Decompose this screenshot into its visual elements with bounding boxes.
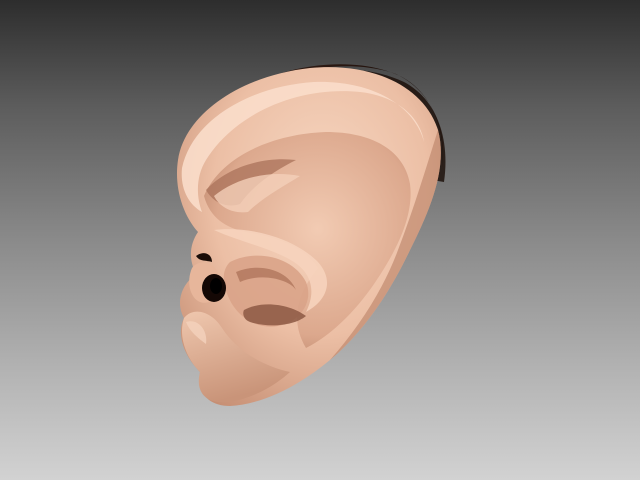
- render-viewport: [0, 0, 640, 480]
- ear-model-render: [176, 64, 446, 406]
